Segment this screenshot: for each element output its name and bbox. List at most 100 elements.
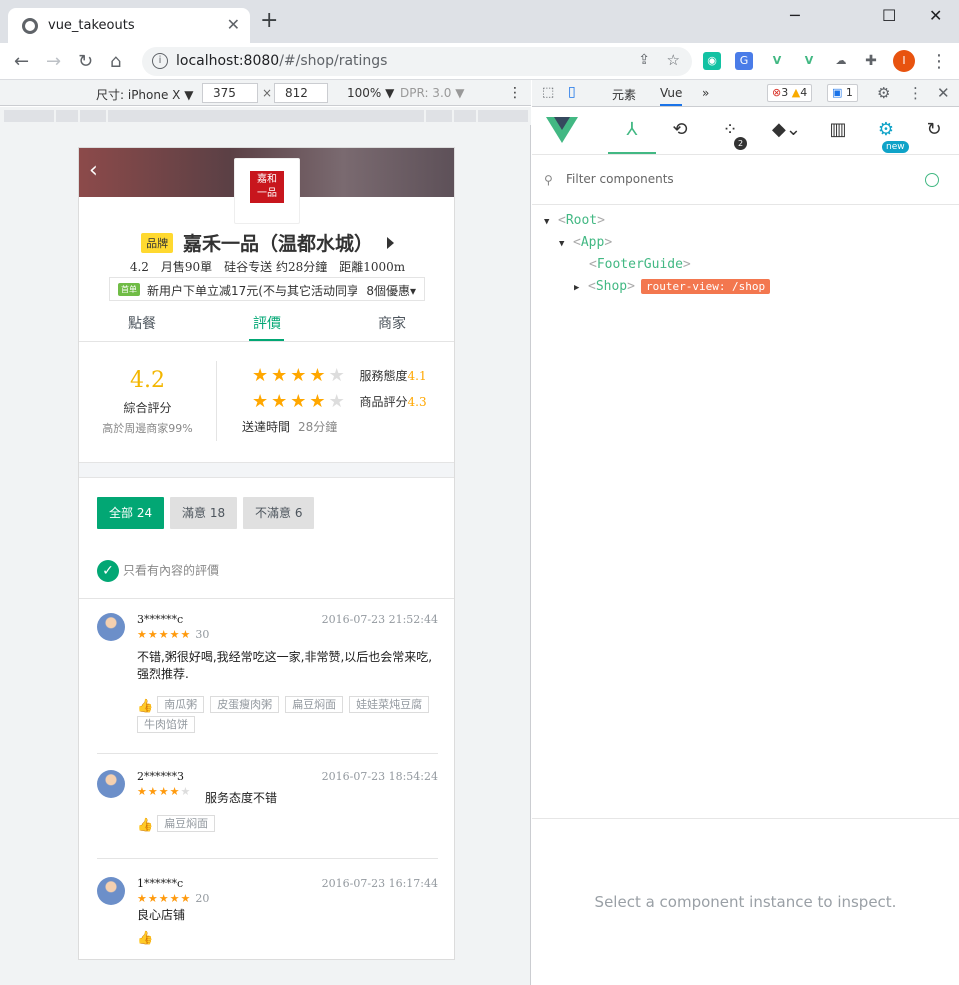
check-circle-icon[interactable]: ✓	[97, 560, 119, 582]
review-delivery-time: 30	[195, 628, 210, 641]
avatar	[97, 877, 125, 905]
back-chevron-icon[interactable]: ‹	[89, 158, 98, 183]
routing-icon[interactable]: ◆⌄	[772, 119, 801, 140]
select-component-target-icon[interactable]	[925, 173, 939, 187]
issues-badge[interactable]: ⊗3 ▲4	[767, 84, 813, 102]
service-label-text: 服務態度	[359, 369, 408, 383]
filter-input[interactable]: Filter components	[566, 172, 674, 186]
tree-twisty-icon[interactable]: ▼	[544, 217, 552, 227]
star-on-icon: ★	[180, 628, 192, 641]
maximize-icon[interactable]: ☐	[882, 6, 896, 25]
browser-tab[interactable]: vue_takeouts ✕	[8, 8, 250, 43]
refresh-icon[interactable]: ↻	[922, 119, 946, 140]
forward-arrow-icon[interactable]: →	[46, 51, 61, 72]
dish-tag[interactable]: 扁豆焖面	[285, 696, 344, 713]
tree-twisty-icon[interactable]: ▼	[559, 239, 567, 249]
profile-avatar[interactable]: I	[893, 50, 915, 72]
components-tree-icon[interactable]: ⅄	[620, 119, 644, 140]
device-select[interactable]: 尺寸: iPhone X ▼	[96, 86, 193, 103]
shop-logo: 嘉和 一品	[234, 158, 300, 224]
device-width-input[interactable]: 375	[202, 83, 258, 103]
tree-node-shop[interactable]: ▶ <Shop> router-view: /shop	[574, 279, 771, 294]
inspect-element-icon[interactable]: ⬚	[542, 85, 554, 100]
dish-tag[interactable]: 南瓜粥	[157, 696, 205, 713]
plugin-settings-icon[interactable]: ⚙	[874, 119, 898, 140]
timeline-count-badge: 2	[734, 137, 747, 150]
review-text: 服务态度不错	[205, 791, 278, 805]
food-stars: ★★★★★	[252, 391, 348, 412]
star-on-icon: ★	[158, 628, 170, 641]
vue-extension-icon[interactable]: V	[768, 52, 786, 70]
new-badge: new	[882, 141, 909, 153]
tab-elements[interactable]: 元素	[612, 86, 636, 103]
shop-title-row[interactable]: 品牌 嘉禾一品（温都水城）	[79, 229, 454, 256]
ruler-segment[interactable]	[4, 110, 54, 122]
site-info-icon[interactable]: i	[152, 53, 168, 69]
tab-ratings[interactable]: 評價	[217, 313, 317, 333]
only-content-label: 只看有內容的評價	[123, 563, 220, 578]
ruler-segment[interactable]	[454, 110, 476, 122]
tab-close-icon[interactable]: ✕	[227, 15, 240, 34]
zoom-select[interactable]: 100% ▼	[347, 86, 394, 100]
history-icon[interactable]: ⟲	[668, 119, 692, 140]
filter-all-button[interactable]: 全部 24	[97, 497, 165, 529]
messages-badge[interactable]: ▣ 1	[827, 84, 858, 102]
minimize-icon[interactable]: ─	[790, 6, 800, 25]
menu-kebab-icon[interactable]: ⋮	[930, 51, 948, 72]
share-icon[interactable]: ⇪	[638, 52, 650, 68]
back-arrow-icon[interactable]: ←	[14, 51, 29, 72]
home-icon[interactable]: ⌂	[110, 51, 121, 72]
url-text[interactable]: localhost:8080/#/shop/ratings	[176, 53, 387, 69]
tab-vue[interactable]: Vue	[660, 86, 683, 106]
active-tab-indicator	[249, 339, 284, 341]
component-filter[interactable]: ⚲ Filter components	[532, 155, 959, 205]
performance-chart-icon[interactable]: ▥	[826, 119, 850, 140]
dish-tag[interactable]: 娃娃菜炖豆腐	[349, 696, 430, 713]
tab-merchant[interactable]: 商家	[342, 313, 442, 333]
tree-twisty-icon[interactable]: ▶	[574, 283, 582, 293]
new-tab-button[interactable]: +	[260, 10, 278, 32]
star-on-icon: ★	[147, 628, 159, 641]
translate-icon[interactable]: G	[735, 52, 753, 70]
more-tabs-icon[interactable]: »	[702, 86, 709, 100]
devtools-close-icon[interactable]: ✕	[937, 84, 950, 102]
star-on-icon: ★	[290, 391, 310, 412]
shop-name: 嘉禾一品（温都水城）	[182, 233, 373, 255]
tree-node-name: FooterGuide	[596, 257, 683, 272]
ruler-segment[interactable]	[56, 110, 78, 122]
filter-satisfied-button[interactable]: 滿意 18	[170, 497, 238, 529]
tab-order[interactable]: 點餐	[92, 313, 192, 333]
reload-icon[interactable]: ↻	[78, 51, 93, 72]
promo-more[interactable]: 8個優惠▾	[366, 282, 416, 299]
tree-node-name: App	[580, 235, 605, 250]
devtools-menu-icon[interactable]: ⋮	[908, 84, 923, 102]
dpr-select[interactable]: DPR: 3.0 ▼	[400, 86, 464, 100]
puzzle-icon[interactable]: ✚	[862, 52, 880, 70]
ruler-segment[interactable]	[80, 110, 106, 122]
star-on-icon: ★	[180, 892, 192, 905]
dish-tag[interactable]: 皮蛋瘦肉粥	[210, 696, 280, 713]
promo-bar[interactable]: 首单 新用户下单立减17元(不与其它活动同享) 8個優惠▾	[109, 277, 425, 301]
bookmark-star-icon[interactable]: ☆	[667, 51, 680, 69]
ruler-segment[interactable]	[478, 110, 528, 122]
extension-cloud-icon[interactable]: ☁	[832, 52, 850, 70]
tree-node-footerguide[interactable]: <FooterGuide>	[589, 257, 691, 272]
tree-node-name: Root	[565, 213, 598, 228]
extension-icon[interactable]: ◉	[703, 52, 721, 70]
device-toggle-icon[interactable]: ▯	[568, 84, 576, 100]
dish-tag[interactable]: 牛肉馅饼	[137, 716, 195, 733]
dish-tag[interactable]: 扁豆焖面	[157, 815, 216, 832]
vue-devtools-icon[interactable]: V	[800, 52, 818, 70]
tree-node-root[interactable]: ▼ <Root>	[544, 213, 605, 228]
overall-score: 4.2	[130, 368, 165, 393]
only-content-toggle[interactable]: ✓ 只看有內容的評價	[97, 560, 219, 582]
address-bar[interactable]: i localhost:8080/#/shop/ratings ⇪ ☆	[142, 47, 692, 76]
window-close-icon[interactable]: ✕	[929, 6, 942, 25]
device-more-icon[interactable]: ⋮	[508, 85, 522, 101]
ruler-segment[interactable]	[108, 110, 424, 122]
settings-gear-icon[interactable]: ⚙	[877, 84, 890, 102]
ruler-segment[interactable]	[426, 110, 452, 122]
tree-node-app[interactable]: ▼ <App>	[559, 235, 612, 250]
filter-unsatisfied-button[interactable]: 不滿意 6	[243, 497, 315, 529]
device-height-input[interactable]: 812	[274, 83, 328, 103]
